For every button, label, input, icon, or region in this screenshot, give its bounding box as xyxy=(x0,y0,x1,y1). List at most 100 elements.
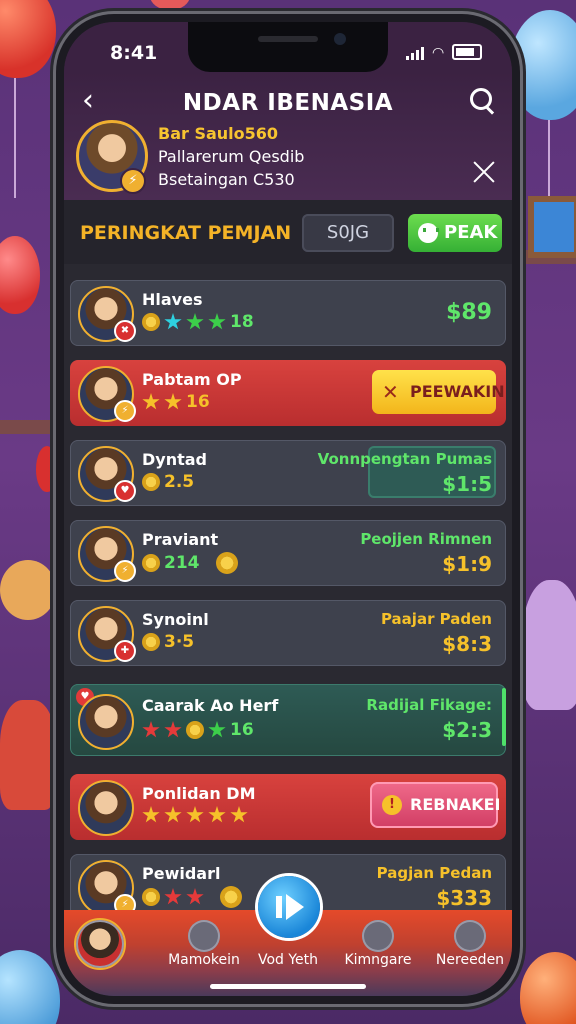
lightning-badge-icon: ⚡ xyxy=(114,400,136,422)
player-name: Praviant xyxy=(142,530,219,549)
leaderboard-section-header: PERINGKAT PEMJAN S0JG PEAK xyxy=(64,200,512,264)
player-avatar xyxy=(78,694,134,750)
player-amount: $2:3 xyxy=(442,718,492,742)
score-box[interactable]: S0JG xyxy=(302,214,394,252)
player-stats: 18 xyxy=(142,312,254,332)
star-icon xyxy=(164,313,182,330)
search-icon[interactable] xyxy=(468,86,496,114)
status-icons: ◠ xyxy=(406,44,483,61)
close-icon[interactable] xyxy=(472,160,496,184)
player-stats xyxy=(142,886,242,908)
star-icon xyxy=(164,888,182,905)
wifi-icon: ◠ xyxy=(432,45,445,61)
smiley-icon xyxy=(418,223,439,243)
reward-label: Peojjen Rimnen xyxy=(360,530,492,548)
leaderboard-row[interactable]: ⚡ Praviant 214 Peojjen Rimnen $1:9 xyxy=(70,520,506,586)
player-stats: 3·5 xyxy=(142,632,194,652)
play-button[interactable] xyxy=(258,876,320,938)
player-amount: $8:3 xyxy=(442,632,492,656)
player-stat: 18 xyxy=(230,312,254,332)
heart-badge-icon: ✖ xyxy=(114,320,136,342)
star-icon xyxy=(164,393,182,410)
person-icon xyxy=(454,920,486,952)
star-icon xyxy=(208,806,226,823)
player-name: Dyntad xyxy=(142,450,207,469)
player-amount: $1:9 xyxy=(442,552,492,576)
star-icon xyxy=(142,806,160,823)
signal-icon xyxy=(406,47,424,60)
player-name: Ponlidan DM xyxy=(142,784,256,803)
status-time: 8:41 xyxy=(110,42,158,64)
section-title: PERINGKAT PEMJAN xyxy=(80,222,292,244)
player-avatar xyxy=(78,780,134,836)
star-icon xyxy=(186,806,204,823)
player-stats: 2.5 xyxy=(142,472,194,492)
player-name: Hlaves xyxy=(142,290,203,309)
star-icon xyxy=(186,888,204,905)
camera-icon xyxy=(334,33,346,45)
coin-icon xyxy=(142,633,160,651)
player-amount: $1:5 xyxy=(442,472,492,496)
person-icon xyxy=(188,920,220,952)
app-header: ‹ NDAR IBENASIA ⚡ Bar Saulo560 Pallareru… xyxy=(64,72,512,200)
camera-notch xyxy=(188,22,388,72)
star-icon xyxy=(208,721,226,738)
coin-icon xyxy=(220,886,242,908)
rebnakei-button[interactable]: ! REBNAKEI xyxy=(370,782,501,828)
speaker-icon xyxy=(258,36,318,42)
heart-badge-icon: ♥ xyxy=(114,480,136,502)
heart-badge-icon: ✚ xyxy=(114,640,136,662)
phone-frame: 8:41 ◠ ‹ NDAR IBENASIA ⚡ Bar Saulo560 Pa… xyxy=(56,14,520,1004)
peak-button[interactable]: PEAK xyxy=(408,214,502,252)
purple-toy xyxy=(522,580,576,710)
peewakin-button[interactable]: ✕ PEEWAKIN xyxy=(372,370,505,414)
red-balloon-decoration xyxy=(0,0,56,78)
leaderboard-row[interactable]: Ponlidan DM ! REBNAKEI xyxy=(70,774,506,840)
leaderboard-row[interactable]: ♥ Caarak Ao Herf 16 Radijal Fikage: $2:3 xyxy=(70,684,506,756)
player-stats xyxy=(142,806,248,824)
reward-label: Paajar Paden xyxy=(380,610,492,628)
leaderboard-row[interactable]: ✚ Synoinl 3·5 Paajar Paden $8:3 xyxy=(70,600,506,666)
phone-screen: 8:41 ◠ ‹ NDAR IBENASIA ⚡ Bar Saulo560 Pa… xyxy=(64,22,512,996)
rebnakei-button-label: REBNAKEI xyxy=(410,795,501,814)
peak-button-label: PEAK xyxy=(444,222,498,243)
coin-icon xyxy=(186,721,204,739)
star-icon xyxy=(164,721,182,738)
mario-toy xyxy=(0,700,56,810)
home-indicator[interactable] xyxy=(210,984,366,989)
cross-icon: ✕ xyxy=(382,380,399,404)
ball-icon xyxy=(362,920,394,952)
reward-label: Radijal Fikage: xyxy=(366,696,492,714)
player-name: Caarak Ao Herf xyxy=(142,696,279,715)
star-icon xyxy=(142,721,160,738)
alert-icon: ! xyxy=(382,795,402,815)
player-name: Pabtam OP xyxy=(142,370,242,389)
page-title: NDAR IBENASIA xyxy=(182,90,394,116)
lightning-badge-icon: ⚡ xyxy=(120,168,146,194)
star-icon xyxy=(164,806,182,823)
tab-nereeden[interactable]: Nereeden xyxy=(414,910,512,996)
player-stats: 214 xyxy=(142,552,238,574)
player-stat: 16 xyxy=(186,392,210,412)
blue-balloon-decoration xyxy=(0,950,60,1024)
balloon-string xyxy=(14,78,16,198)
player-name: Pewidarl xyxy=(142,864,221,883)
lightning-badge-icon: ⚡ xyxy=(114,560,136,582)
leaderboard-row[interactable]: ⚡ Pabtam OP 16 ✕ PEEWAKIN xyxy=(70,360,506,426)
star-icon xyxy=(208,313,226,330)
leaderboard-row[interactable]: ✖ Hlaves 18 $89 xyxy=(70,280,506,346)
peewakin-button-label: PEEWAKIN xyxy=(410,382,505,401)
player-stat: 3·5 xyxy=(164,632,195,652)
star-icon xyxy=(186,313,204,330)
coin-icon xyxy=(142,473,160,491)
leaderboard-row[interactable]: ♥ Dyntad 2.5 Vonnpengtan Pumas $1:5 xyxy=(70,440,506,506)
shelf xyxy=(0,420,56,434)
star-icon xyxy=(230,806,248,823)
bear-toy xyxy=(0,560,56,620)
orange-balloon-decoration xyxy=(520,952,576,1024)
highlight-bar xyxy=(502,688,506,746)
player-stats: 16 xyxy=(142,392,210,412)
reward-label: Pagjan Pedan xyxy=(376,864,492,882)
tab-label: Nereeden xyxy=(435,952,505,968)
player-name: Synoinl xyxy=(142,610,209,629)
